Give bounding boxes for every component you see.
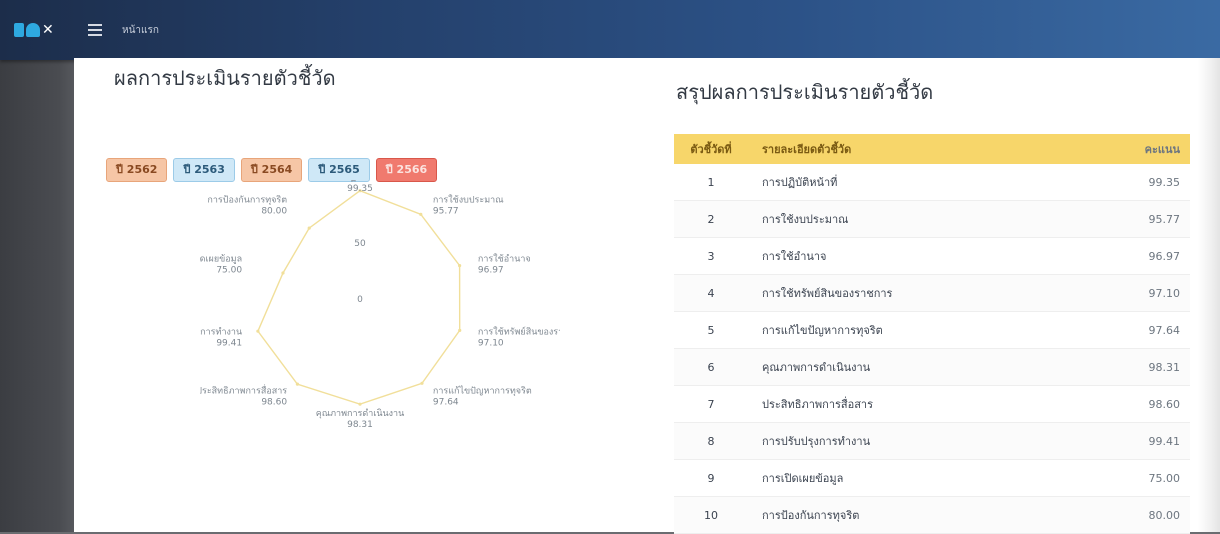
row-no: 2 — [707, 212, 715, 226]
radar-point — [281, 271, 285, 275]
radar-axis-value: 75.00 — [216, 266, 242, 276]
radar-scale-label: 50 — [354, 239, 366, 249]
row-no: 10 — [704, 508, 718, 522]
row-indicator-name: การใช้งบประมาณ — [762, 213, 849, 226]
row-no: 5 — [707, 323, 715, 337]
radar-axis-label: การใช้งบประมาณ — [433, 195, 504, 206]
top-navbar: ✕ หน้าแรก — [0, 0, 1220, 60]
row-no: 3 — [707, 249, 715, 263]
table-body: 1 การปฏิบัติหน้าที่ 99.35 2 การใช้งบประมาณ 95… — [674, 164, 1190, 534]
left-rail — [0, 0, 74, 532]
row-no: 6 — [707, 360, 715, 374]
row-indicator-name: การปรับปรุงการทำงาน — [762, 435, 871, 448]
table-row: 5 การแก้ไขปัญหาการทุจริต 97.64 — [674, 312, 1190, 349]
radar-axis-label: การใช้ทรัพย์สินของราชการ — [478, 326, 560, 338]
row-score: 99.41 — [1148, 434, 1181, 448]
logo-mark-mid — [26, 23, 40, 37]
radar-axis-label: ประสิทธิภาพการสื่อสาร — [200, 384, 287, 397]
radar-point — [458, 328, 462, 333]
radar-axis-value: 99.41 — [216, 339, 242, 349]
indicator-summary-title: สรุปผลการประเมินรายตัวชี้วัด — [676, 80, 934, 104]
radar-point — [295, 382, 300, 386]
radar-axis-value: 80.00 — [261, 207, 287, 217]
table-row: 2 การใช้งบประมาณ 95.77 — [674, 201, 1190, 238]
row-no: 8 — [707, 434, 715, 448]
row-indicator-name: การแก้ไขปัญหาการทุจริต — [762, 324, 883, 337]
row-no: 1 — [707, 175, 715, 189]
radar-scale-label: 0 — [357, 295, 363, 305]
radar-point — [419, 212, 423, 216]
table-row: 10 การป้องกันการทุจริต 80.00 — [674, 497, 1190, 534]
row-score: 96.97 — [1148, 249, 1181, 263]
radar-point — [256, 329, 260, 333]
radar-axis-label: คุณภาพการดำเนินงาน — [316, 408, 405, 419]
table-header: ตัวชี้วัดที่ รายละเอียดตัวชี้วัด คะแนน — [674, 134, 1190, 164]
radar-point — [420, 381, 424, 385]
radar-axis-label: การปรับปรุงการทำงาน — [200, 327, 242, 338]
year-2564-button[interactable]: ปี 2564 — [240, 158, 303, 182]
radar-point — [307, 226, 311, 230]
row-indicator-name: การป้องกันการทุจริต — [762, 509, 860, 522]
row-indicator-name: การปฏิบัติหน้าที่ — [762, 176, 838, 189]
radar-axis-value: 96.97 — [478, 266, 504, 276]
row-score: 97.10 — [1148, 286, 1181, 300]
col-score: คะแนน — [1144, 143, 1180, 156]
radar-axis-label: การป้องกันการทุจริต — [207, 195, 287, 206]
breadcrumb-home[interactable]: หน้าแรก — [122, 23, 159, 38]
radar-axis-label: การใช้อำนาจ — [478, 254, 531, 265]
table-row: 4 การใช้ทรัพย์สินของราชการ 97.10 — [674, 275, 1190, 312]
row-indicator-name: ประสิทธิภาพการสื่อสาร — [762, 398, 874, 411]
radar-axis-value: 98.60 — [261, 398, 287, 408]
row-indicator-name: การใช้อำนาจ — [762, 250, 827, 263]
year-2563-button[interactable]: ปี 2563 — [173, 158, 235, 182]
radar-svg: 500การปฏิบัติหน้าที่99.35การใช้งบประมาณ9… — [154, 170, 585, 430]
radar-axis-label: การเปิดเผยข้อมูล — [200, 254, 242, 265]
logo-mark-left — [14, 23, 24, 37]
row-score: 98.60 — [1148, 397, 1181, 411]
radar-axis-value: 98.31 — [347, 420, 373, 430]
radar-axis-value: 97.64 — [433, 398, 459, 408]
year-2566-button[interactable]: ปี 2566 — [375, 158, 438, 182]
row-indicator-name: การเปิดเผยข้อมูล — [762, 472, 844, 485]
row-score: 95.77 — [1148, 212, 1181, 226]
table-row: 6 คุณภาพการดำเนินงาน 98.31 — [674, 349, 1190, 386]
col-indicator-no: ตัวชี้วัดที่ — [690, 143, 732, 156]
row-indicator-name: คุณภาพการดำเนินงาน — [762, 361, 871, 374]
year-2565-button[interactable]: ปี 2565 — [308, 158, 370, 182]
radar-point — [458, 264, 462, 268]
year-filter: ปี 2562 ปี 2563 ปี 2564 ปี 2565 ปี 2566 — [106, 158, 438, 182]
ita-logo[interactable]: ✕ — [14, 20, 60, 40]
radar-axis-value: 99.35 — [347, 184, 373, 194]
radar-axis-label: การแก้ไขปัญหาการทุจริต — [433, 386, 532, 397]
row-no: 9 — [707, 471, 715, 485]
indicator-results-title: ผลการประเมินรายตัวชี้วัด — [114, 66, 336, 90]
radar-axis-value: 97.10 — [478, 339, 504, 349]
radar-point — [358, 402, 362, 406]
row-no: 7 — [707, 397, 715, 411]
hamburger-icon[interactable] — [88, 24, 102, 36]
table-row: 8 การปรับปรุงการทำงาน 99.41 — [674, 423, 1190, 460]
table-row: 3 การใช้อำนาจ 96.97 — [674, 238, 1190, 275]
radar-chart: 500การปฏิบัติหน้าที่99.35การใช้งบประมาณ9… — [154, 170, 585, 440]
logo-mark-x: ✕ — [42, 22, 54, 38]
table-row: 7 ประสิทธิภาพการสื่อสาร 98.60 — [674, 386, 1190, 423]
table-row: 9 การเปิดเผยข้อมูล 75.00 — [674, 460, 1190, 497]
row-score: 98.31 — [1148, 360, 1181, 374]
row-indicator-name: การใช้ทรัพย์สินของราชการ — [762, 287, 893, 300]
row-score: 75.00 — [1148, 471, 1181, 485]
radar-axis-value: 95.77 — [433, 207, 459, 217]
row-score: 99.35 — [1148, 175, 1181, 189]
row-no: 4 — [707, 286, 715, 300]
row-score: 80.00 — [1148, 508, 1181, 522]
table-row: 1 การปฏิบัติหน้าที่ 99.35 — [674, 164, 1190, 201]
scroll-edge — [1198, 58, 1220, 532]
summary-table: ตัวชี้วัดที่ รายละเอียดตัวชี้วัด คะแนน 1… — [674, 134, 1190, 534]
col-indicator-detail: รายละเอียดตัวชี้วัด — [762, 143, 852, 156]
radar-axis-label: การปฏิบัติหน้าที่ — [329, 180, 391, 183]
year-2562-button[interactable]: ปี 2562 — [106, 158, 168, 182]
row-score: 97.64 — [1148, 323, 1181, 337]
